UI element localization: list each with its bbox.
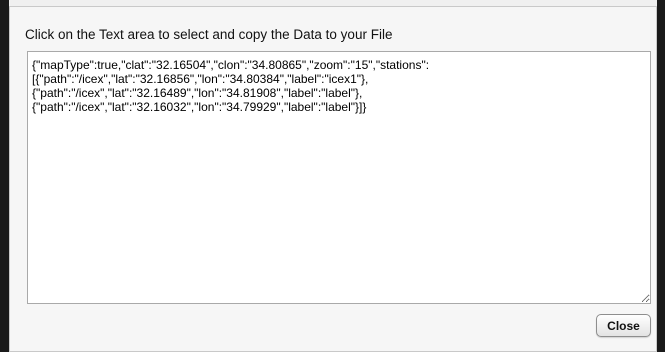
dialog-instruction-text: Click on the Text area to select and cop… — [25, 27, 393, 42]
backdrop-left-edge — [0, 0, 9, 352]
close-button[interactable]: Close — [596, 314, 651, 337]
data-textarea[interactable]: {"mapType":true,"clat":"32.16504","clon"… — [27, 51, 651, 304]
export-data-dialog: Click on the Text area to select and cop… — [9, 6, 657, 352]
backdrop-right-edge — [657, 0, 665, 352]
